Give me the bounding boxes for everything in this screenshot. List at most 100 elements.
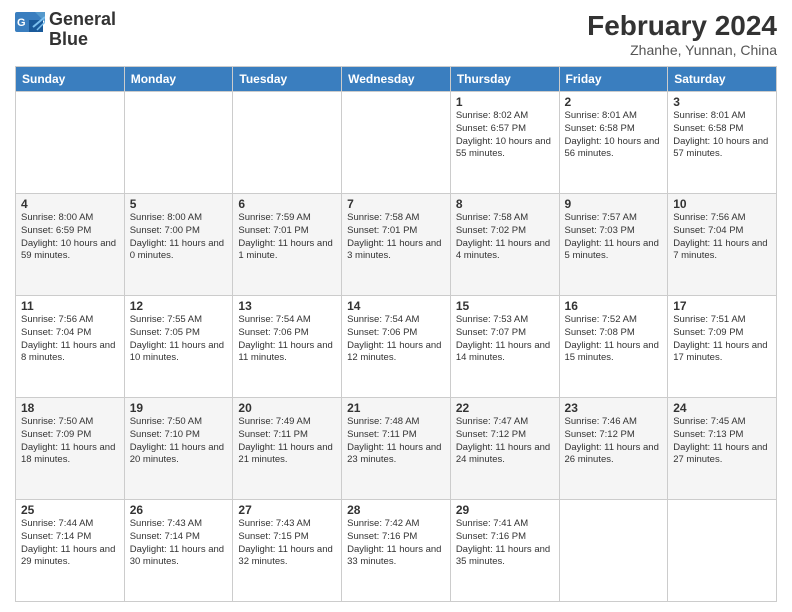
day-header-wednesday: Wednesday — [342, 67, 451, 92]
calendar-cell: 11Sunrise: 7:56 AM Sunset: 7:04 PM Dayli… — [16, 296, 125, 398]
calendar-cell: 21Sunrise: 7:48 AM Sunset: 7:11 PM Dayli… — [342, 398, 451, 500]
day-info: Sunrise: 7:41 AM Sunset: 7:16 PM Dayligh… — [456, 518, 554, 569]
day-header-saturday: Saturday — [668, 67, 777, 92]
logo-icon: G — [15, 12, 45, 48]
calendar-cell — [668, 500, 777, 602]
day-info: Sunrise: 7:56 AM Sunset: 7:04 PM Dayligh… — [673, 212, 771, 263]
logo-text: General Blue — [49, 10, 116, 50]
calendar-cell: 8Sunrise: 7:58 AM Sunset: 7:02 PM Daylig… — [450, 194, 559, 296]
day-info: Sunrise: 7:43 AM Sunset: 7:15 PM Dayligh… — [238, 518, 336, 569]
day-info: Sunrise: 7:48 AM Sunset: 7:11 PM Dayligh… — [347, 416, 445, 467]
calendar-cell: 15Sunrise: 7:53 AM Sunset: 7:07 PM Dayli… — [450, 296, 559, 398]
day-info: Sunrise: 7:58 AM Sunset: 7:02 PM Dayligh… — [456, 212, 554, 263]
day-header-sunday: Sunday — [16, 67, 125, 92]
month-title: February 2024 — [587, 10, 777, 42]
day-number: 10 — [673, 197, 771, 211]
day-number: 1 — [456, 95, 554, 109]
day-number: 27 — [238, 503, 336, 517]
day-info: Sunrise: 8:00 AM Sunset: 6:59 PM Dayligh… — [21, 212, 119, 263]
day-info: Sunrise: 7:42 AM Sunset: 7:16 PM Dayligh… — [347, 518, 445, 569]
day-number: 13 — [238, 299, 336, 313]
day-number: 2 — [565, 95, 663, 109]
day-info: Sunrise: 8:01 AM Sunset: 6:58 PM Dayligh… — [673, 110, 771, 161]
day-info: Sunrise: 7:43 AM Sunset: 7:14 PM Dayligh… — [130, 518, 228, 569]
day-info: Sunrise: 7:52 AM Sunset: 7:08 PM Dayligh… — [565, 314, 663, 365]
day-number: 8 — [456, 197, 554, 211]
day-info: Sunrise: 7:46 AM Sunset: 7:12 PM Dayligh… — [565, 416, 663, 467]
calendar-cell: 1Sunrise: 8:02 AM Sunset: 6:57 PM Daylig… — [450, 92, 559, 194]
day-info: Sunrise: 8:01 AM Sunset: 6:58 PM Dayligh… — [565, 110, 663, 161]
calendar-table: SundayMondayTuesdayWednesdayThursdayFrid… — [15, 66, 777, 602]
day-number: 6 — [238, 197, 336, 211]
day-number: 24 — [673, 401, 771, 415]
calendar-cell: 29Sunrise: 7:41 AM Sunset: 7:16 PM Dayli… — [450, 500, 559, 602]
calendar-cell: 2Sunrise: 8:01 AM Sunset: 6:58 PM Daylig… — [559, 92, 668, 194]
logo-line2: Blue — [49, 30, 116, 50]
calendar-week-row: 1Sunrise: 8:02 AM Sunset: 6:57 PM Daylig… — [16, 92, 777, 194]
day-number: 15 — [456, 299, 554, 313]
day-info: Sunrise: 8:02 AM Sunset: 6:57 PM Dayligh… — [456, 110, 554, 161]
day-number: 26 — [130, 503, 228, 517]
calendar-cell: 24Sunrise: 7:45 AM Sunset: 7:13 PM Dayli… — [668, 398, 777, 500]
calendar-cell: 13Sunrise: 7:54 AM Sunset: 7:06 PM Dayli… — [233, 296, 342, 398]
day-info: Sunrise: 7:50 AM Sunset: 7:09 PM Dayligh… — [21, 416, 119, 467]
day-number: 21 — [347, 401, 445, 415]
day-header-friday: Friday — [559, 67, 668, 92]
logo-line1: General — [49, 10, 116, 30]
calendar-cell: 12Sunrise: 7:55 AM Sunset: 7:05 PM Dayli… — [124, 296, 233, 398]
title-block: February 2024 Zhanhe, Yunnan, China — [587, 10, 777, 58]
location-subtitle: Zhanhe, Yunnan, China — [587, 42, 777, 58]
calendar-cell: 23Sunrise: 7:46 AM Sunset: 7:12 PM Dayli… — [559, 398, 668, 500]
day-number: 7 — [347, 197, 445, 211]
day-number: 20 — [238, 401, 336, 415]
calendar-cell: 17Sunrise: 7:51 AM Sunset: 7:09 PM Dayli… — [668, 296, 777, 398]
day-info: Sunrise: 7:51 AM Sunset: 7:09 PM Dayligh… — [673, 314, 771, 365]
calendar-week-row: 4Sunrise: 8:00 AM Sunset: 6:59 PM Daylig… — [16, 194, 777, 296]
calendar-cell — [559, 500, 668, 602]
calendar-cell: 26Sunrise: 7:43 AM Sunset: 7:14 PM Dayli… — [124, 500, 233, 602]
calendar-cell — [233, 92, 342, 194]
day-info: Sunrise: 7:55 AM Sunset: 7:05 PM Dayligh… — [130, 314, 228, 365]
day-info: Sunrise: 7:45 AM Sunset: 7:13 PM Dayligh… — [673, 416, 771, 467]
calendar-cell: 4Sunrise: 8:00 AM Sunset: 6:59 PM Daylig… — [16, 194, 125, 296]
day-number: 19 — [130, 401, 228, 415]
calendar-cell — [342, 92, 451, 194]
calendar-week-row: 25Sunrise: 7:44 AM Sunset: 7:14 PM Dayli… — [16, 500, 777, 602]
day-number: 25 — [21, 503, 119, 517]
day-number: 28 — [347, 503, 445, 517]
svg-text:G: G — [17, 17, 26, 29]
day-number: 29 — [456, 503, 554, 517]
day-number: 22 — [456, 401, 554, 415]
calendar-cell: 5Sunrise: 8:00 AM Sunset: 7:00 PM Daylig… — [124, 194, 233, 296]
day-number: 16 — [565, 299, 663, 313]
calendar-cell: 19Sunrise: 7:50 AM Sunset: 7:10 PM Dayli… — [124, 398, 233, 500]
calendar-cell: 16Sunrise: 7:52 AM Sunset: 7:08 PM Dayli… — [559, 296, 668, 398]
calendar-header-row: SundayMondayTuesdayWednesdayThursdayFrid… — [16, 67, 777, 92]
day-info: Sunrise: 7:54 AM Sunset: 7:06 PM Dayligh… — [347, 314, 445, 365]
day-info: Sunrise: 7:44 AM Sunset: 7:14 PM Dayligh… — [21, 518, 119, 569]
calendar-week-row: 11Sunrise: 7:56 AM Sunset: 7:04 PM Dayli… — [16, 296, 777, 398]
calendar-cell: 10Sunrise: 7:56 AM Sunset: 7:04 PM Dayli… — [668, 194, 777, 296]
day-number: 18 — [21, 401, 119, 415]
day-info: Sunrise: 7:47 AM Sunset: 7:12 PM Dayligh… — [456, 416, 554, 467]
calendar-cell: 6Sunrise: 7:59 AM Sunset: 7:01 PM Daylig… — [233, 194, 342, 296]
calendar-cell: 18Sunrise: 7:50 AM Sunset: 7:09 PM Dayli… — [16, 398, 125, 500]
day-number: 23 — [565, 401, 663, 415]
calendar-week-row: 18Sunrise: 7:50 AM Sunset: 7:09 PM Dayli… — [16, 398, 777, 500]
day-number: 4 — [21, 197, 119, 211]
day-info: Sunrise: 8:00 AM Sunset: 7:00 PM Dayligh… — [130, 212, 228, 263]
calendar-cell: 14Sunrise: 7:54 AM Sunset: 7:06 PM Dayli… — [342, 296, 451, 398]
day-number: 17 — [673, 299, 771, 313]
day-header-tuesday: Tuesday — [233, 67, 342, 92]
day-info: Sunrise: 7:54 AM Sunset: 7:06 PM Dayligh… — [238, 314, 336, 365]
calendar-cell — [124, 92, 233, 194]
calendar-cell: 3Sunrise: 8:01 AM Sunset: 6:58 PM Daylig… — [668, 92, 777, 194]
calendar-cell: 22Sunrise: 7:47 AM Sunset: 7:12 PM Dayli… — [450, 398, 559, 500]
calendar-cell: 27Sunrise: 7:43 AM Sunset: 7:15 PM Dayli… — [233, 500, 342, 602]
calendar-cell: 28Sunrise: 7:42 AM Sunset: 7:16 PM Dayli… — [342, 500, 451, 602]
day-header-thursday: Thursday — [450, 67, 559, 92]
day-number: 14 — [347, 299, 445, 313]
page-header: G General Blue February 2024 Zhanhe, Yun… — [15, 10, 777, 58]
day-info: Sunrise: 7:50 AM Sunset: 7:10 PM Dayligh… — [130, 416, 228, 467]
calendar-cell — [16, 92, 125, 194]
